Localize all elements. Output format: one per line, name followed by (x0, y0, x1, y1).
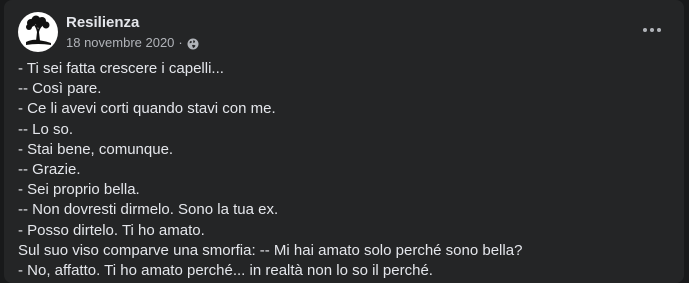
globe-icon[interactable] (187, 37, 199, 49)
post-line: -- Così pare. (18, 80, 102, 98)
post-meta: Resilienza 18 novembre 2020 · (66, 13, 199, 51)
post-line: - Sei proprio bella. (18, 181, 140, 199)
post-line: -- Lo so. (18, 120, 74, 138)
post-line: - Stai bene, comunque. (18, 140, 174, 158)
post-line: -- Grazie. (18, 161, 81, 179)
post-line: - Ti sei fatta crescere i capelli... (18, 60, 224, 77)
more-options-dot (657, 28, 661, 32)
avatar[interactable] (18, 12, 58, 52)
more-options-button[interactable] (634, 12, 670, 48)
more-options-dot (650, 28, 654, 32)
tree-logo-icon (19, 13, 57, 51)
post-line: -- Non dovresti dirmelo. Sono la tua ex. (18, 201, 279, 219)
post-line: - Posso dirtelo. Ti ho amato. (18, 221, 205, 239)
post-line: Sul suo viso comparve una smorfia: -- Mi… (18, 241, 523, 259)
separator-dot: · (178, 35, 183, 50)
post-body: - Ti sei fatta crescere i capelli... -- … (18, 59, 670, 281)
post-subline: 18 novembre 2020 · (66, 34, 199, 51)
post-header: Resilienza 18 novembre 2020 · (18, 12, 199, 52)
post-card: Resilienza 18 novembre 2020 · - Ti sei f… (4, 0, 684, 283)
post-date[interactable]: 18 novembre 2020 (66, 34, 174, 51)
more-options-icon (643, 28, 647, 32)
author-name[interactable]: Resilienza (66, 13, 199, 32)
post-line: - Ce li avevi corti quando stavi con me. (18, 100, 276, 118)
post-line: - No, affatto. Ti ho amato perché... in … (18, 262, 433, 280)
